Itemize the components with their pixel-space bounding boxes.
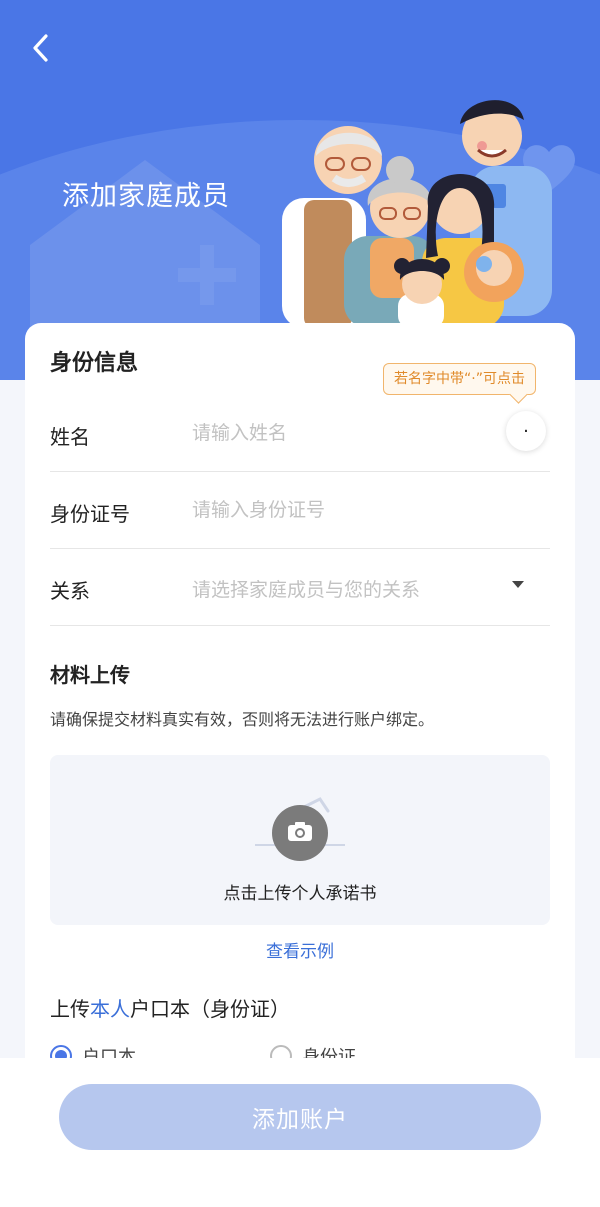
add-account-button[interactable]: 添加账户: [59, 1084, 541, 1150]
name-input[interactable]: [192, 417, 492, 449]
form-card: 身份信息 若名字中带“·”可点击 姓名 · 身份证号 关系 请选择家庭成员与您的…: [25, 323, 575, 1083]
id-number-row: 身份证号: [50, 472, 550, 549]
middle-dot-button[interactable]: ·: [506, 411, 546, 451]
identity-section-title: 身份信息: [50, 351, 139, 376]
name-label: 姓名: [50, 425, 90, 449]
relation-row[interactable]: 关系 请选择家庭成员与您的关系: [50, 549, 550, 626]
upload-commitment-box[interactable]: 点击上传个人承诺书: [50, 755, 550, 925]
id-number-input[interactable]: [192, 494, 492, 526]
materials-hint: 请确保提交材料真实有效，否则将无法进行账户绑定。: [50, 710, 435, 729]
camera-icon: [255, 797, 345, 861]
relation-select[interactable]: 请选择家庭成员与您的关系: [192, 575, 420, 602]
upload-title-suffix: 户口本（身份证）: [130, 997, 290, 1021]
id-number-label: 身份证号: [50, 502, 130, 526]
upload-title-prefix: 上传: [50, 997, 90, 1021]
upload-title-highlight: 本人: [90, 997, 130, 1021]
upload-commitment-label: 点击上传个人承诺书: [223, 884, 377, 904]
chevron-left-icon: [33, 34, 48, 62]
back-button[interactable]: [24, 30, 56, 66]
view-example-link[interactable]: 查看示例: [25, 937, 575, 962]
materials-section-title: 材料上传: [50, 663, 130, 687]
middle-dot-tip: 若名字中带“·”可点击: [383, 363, 536, 395]
page-title: 添加家庭成员: [62, 181, 230, 212]
family-illustration: [282, 100, 552, 328]
caret-down-icon[interactable]: [512, 581, 524, 588]
upload-hukou-title: 上传本人户口本（身份证）: [50, 993, 290, 1022]
relation-label: 关系: [50, 579, 90, 603]
bottom-bar: 添加账户: [0, 1058, 600, 1207]
name-row: 姓名 ·: [50, 395, 550, 472]
